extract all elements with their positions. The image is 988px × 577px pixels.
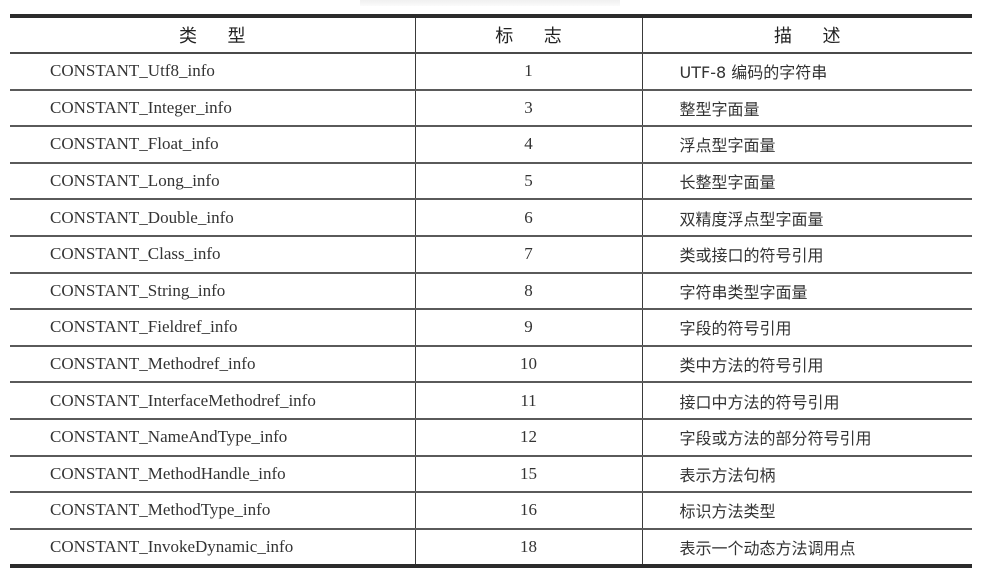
- type-cell: CONSTANT_Integer_info: [50, 97, 232, 117]
- type-cell: CONSTANT_Fieldref_info: [50, 317, 238, 337]
- tag-cell: 9: [414, 309, 642, 346]
- table-row: CONSTANT_Long_info 5 长整型字面量: [10, 162, 972, 200]
- header-row: 类 型 标 志 描 述: [10, 16, 972, 53]
- description-cell: 长整型字面量: [641, 162, 972, 200]
- description-cell: 接口中方法的符号引用: [641, 382, 972, 419]
- tag-cell: 10: [414, 345, 642, 383]
- tag-cell: 8: [414, 272, 642, 310]
- table-row: CONSTANT_Methodref_info 10 类中方法的符号引用: [10, 345, 972, 383]
- tag-cell: 7: [414, 235, 642, 273]
- description-cell: 表示一个动态方法调用点: [641, 528, 972, 567]
- tag-cell: 12: [414, 418, 642, 456]
- description-cell: 类中方法的符号引用: [641, 345, 972, 383]
- table-body: CONSTANT_Utf8_info 1 UTF-8 编码的字符串 CONSTA…: [10, 53, 972, 567]
- type-cell: CONSTANT_String_info: [50, 280, 226, 300]
- type-cell: CONSTANT_Utf8_info: [50, 61, 215, 81]
- tag-cell: 11: [414, 382, 642, 419]
- tag-cell: 4: [414, 126, 642, 163]
- type-cell: CONSTANT_MethodHandle_info: [50, 463, 286, 483]
- table-caption-fragment: [360, 0, 620, 6]
- header-tag-label: 标 志: [495, 26, 562, 46]
- table-row: CONSTANT_Utf8_info 1 UTF-8 编码的字符串: [10, 53, 972, 90]
- table-row: CONSTANT_NameAndType_info 12 字段或方法的部分符号引…: [10, 418, 972, 456]
- tag-cell: 6: [414, 199, 642, 236]
- description-cell: 整型字面量: [641, 89, 972, 127]
- table-header: 类 型 标 志 描 述: [10, 16, 972, 53]
- type-cell: CONSTANT_InvokeDynamic_info: [50, 537, 294, 557]
- table-row: CONSTANT_Float_info 4 浮点型字面量: [10, 126, 972, 163]
- table-row: CONSTANT_Integer_info 3 整型字面量: [10, 89, 972, 127]
- table-row: CONSTANT_MethodType_info 16 标识方法类型: [10, 492, 972, 529]
- tag-cell: 18: [414, 528, 642, 567]
- tag-cell: 1: [414, 53, 642, 90]
- description-cell: 字符串类型字面量: [641, 272, 972, 310]
- type-cell: CONSTANT_Double_info: [50, 207, 234, 227]
- table-row: CONSTANT_MethodHandle_info 15 表示方法句柄: [10, 455, 972, 493]
- tag-cell: 5: [414, 162, 642, 200]
- description-cell: 表示方法句柄: [641, 455, 972, 493]
- header-type: 类 型: [10, 16, 415, 53]
- table-row: CONSTANT_InvokeDynamic_info 18 表示一个动态方法调…: [10, 528, 972, 567]
- description-cell: 双精度浮点型字面量: [641, 199, 972, 236]
- description-cell: 类或接口的符号引用: [641, 235, 972, 273]
- type-cell: CONSTANT_MethodType_info: [50, 500, 271, 520]
- header-type-label: 类 型: [179, 26, 246, 46]
- description-cell: 标识方法类型: [641, 492, 972, 529]
- type-cell: CONSTANT_InterfaceMethodref_info: [50, 390, 316, 410]
- table-row: CONSTANT_String_info 8 字符串类型字面量: [10, 272, 972, 310]
- type-cell: CONSTANT_Long_info: [50, 171, 220, 191]
- type-cell: CONSTANT_NameAndType_info: [50, 427, 288, 447]
- header-description: 描 述: [641, 16, 972, 53]
- table-row: CONSTANT_InterfaceMethodref_info 11 接口中方…: [10, 382, 972, 419]
- description-cell: 字段或方法的部分符号引用: [641, 418, 972, 456]
- table-row: CONSTANT_Class_info 7 类或接口的符号引用: [10, 235, 972, 273]
- constant-pool-type-table: 类 型 标 志 描 述 CONSTANT_Utf8_info 1 UTF-8 编…: [10, 14, 972, 568]
- header-tag: 标 志: [414, 16, 642, 53]
- tag-cell: 15: [414, 455, 642, 493]
- type-cell: CONSTANT_Class_info: [50, 244, 221, 264]
- tag-cell: 16: [414, 492, 642, 529]
- description-cell: UTF-8 编码的字符串: [641, 53, 972, 90]
- type-cell: CONSTANT_Float_info: [50, 134, 219, 154]
- table-row: CONSTANT_Double_info 6 双精度浮点型字面量: [10, 199, 972, 236]
- tag-cell: 3: [414, 89, 642, 127]
- header-description-label: 描 述: [774, 26, 841, 46]
- description-cell: 浮点型字面量: [641, 126, 972, 163]
- type-cell: CONSTANT_Methodref_info: [50, 354, 256, 374]
- description-cell: 字段的符号引用: [641, 309, 972, 346]
- table-row: CONSTANT_Fieldref_info 9 字段的符号引用: [10, 309, 972, 346]
